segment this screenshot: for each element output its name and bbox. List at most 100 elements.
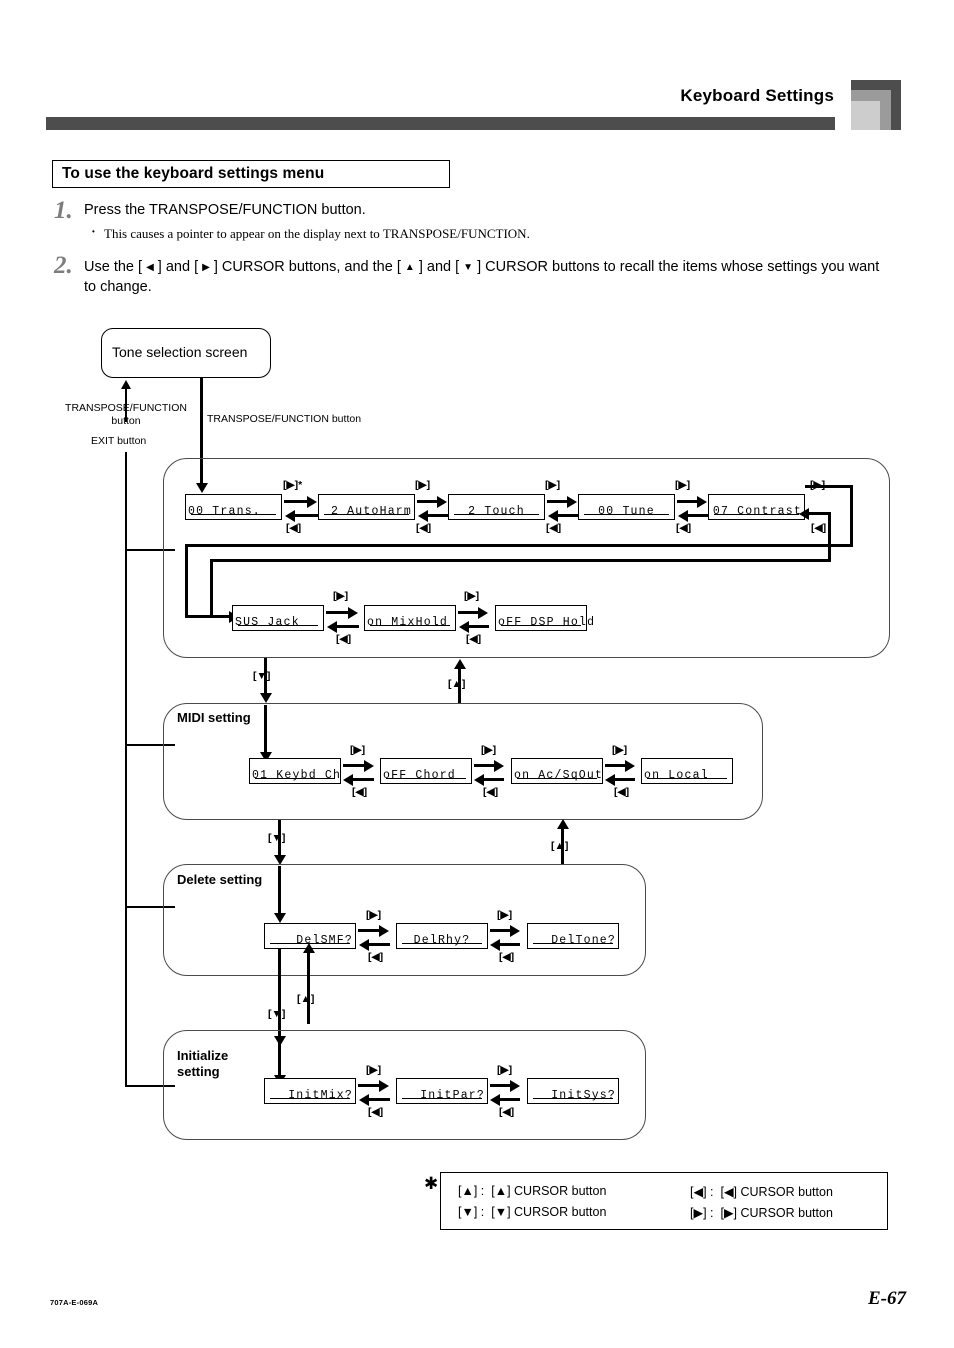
- legend-entry-down: [▼] : [▼] CURSOR button: [458, 1205, 606, 1219]
- arrow-right-keybdch-chord: [343, 759, 374, 772]
- lcd-trans: 00 Trans.: [185, 494, 282, 520]
- lcd-trans-text: 00 Trans.: [188, 505, 261, 518]
- lcd-deltone: DelTone?: [527, 923, 619, 949]
- lcd-initmix: InitMix?: [264, 1078, 356, 1104]
- key-label-left-14: [◀]: [499, 1106, 515, 1118]
- arrow-left-acsqout-chord: [474, 773, 504, 786]
- lcd-sus-jack-text: SUS Jack: [235, 616, 300, 629]
- legend-key-down: [▼] :: [458, 1205, 485, 1219]
- legend-entry-left: [◀] : [◀] CURSOR button: [690, 1184, 833, 1199]
- arrow-down-to-initialize: [273, 949, 286, 1046]
- arrow-right-trans-autoharm: [284, 495, 317, 508]
- key-label-right-6: [▶]: [333, 590, 349, 602]
- key-label-right-9: [▶]: [481, 744, 497, 756]
- key-label-down-2: [▼]: [268, 832, 286, 844]
- arrow-right-delrhy-deltone: [490, 924, 520, 937]
- arrow-left-initpar-initmix: [359, 1093, 390, 1106]
- key-label-right-13: [▶]: [366, 1064, 382, 1076]
- arrow-left-mixhold-susjack: [327, 620, 359, 633]
- arrow-left-deltone-delrhy: [490, 938, 520, 951]
- key-label-right-10: [▶]: [612, 744, 628, 756]
- key-label-right-star: [▶]*: [283, 479, 303, 491]
- lcd-keybd-ch-text: 01 Keybd Ch: [252, 769, 342, 782]
- arrow-left-delrhy-delsmf: [359, 938, 390, 951]
- lcd-delrhy-text: DelRhy?: [413, 934, 471, 947]
- lcd-touch-text: 2 Touch: [468, 505, 525, 518]
- key-label-up-1: [▲]: [448, 678, 466, 690]
- arrow-right-into-susjack: [185, 610, 239, 623]
- legend-desc-up: [▲] CURSOR button: [491, 1184, 607, 1198]
- arrow-left-dsphold-mixhold: [459, 620, 489, 633]
- lcd-contrast-text: 07 Contrast: [712, 505, 802, 518]
- lcd-tune-text: 00 Tune: [598, 505, 655, 518]
- step-2-part1: Use the [: [84, 259, 147, 275]
- key-label-left-7: [◀]: [466, 633, 482, 645]
- lcd-chord-text: oFF Chord: [383, 769, 456, 782]
- arrow-left-chord-keybdch: [343, 773, 374, 786]
- step-1-note: This causes a pointer to appear on the d…: [104, 226, 530, 241]
- arrow-right-susjack-mixhold: [326, 606, 358, 619]
- arrow-left-touch-autoharm: [418, 509, 448, 522]
- step-2-part4: ] and [: [414, 259, 464, 275]
- lcd-ac-sqout-text: on Ac/SqOut: [514, 769, 604, 782]
- lcd-initsys: InitSys?: [527, 1078, 619, 1104]
- lcd-contrast: 07 Contrast: [708, 494, 805, 520]
- legend-entry-up: [▲] : [▲] CURSOR button: [458, 1184, 606, 1198]
- key-label-left-10: [◀]: [614, 786, 630, 798]
- arrow-left-tune-touch: [548, 509, 578, 522]
- lcd-sus-jack: SUS Jack: [232, 605, 324, 631]
- page-title: Keyboard Settings: [680, 86, 834, 105]
- wrap-outer-horizontal: [185, 544, 853, 547]
- arrow-left-local-acsqout: [605, 773, 635, 786]
- legend-box: [440, 1172, 888, 1230]
- lcd-autoharm: 2 AutoHarm: [318, 494, 415, 520]
- lcd-ac-sqout: on Ac/SqOut: [511, 758, 603, 784]
- legend-entry-right: [▶] : [▶] CURSOR button: [690, 1205, 833, 1220]
- lcd-local: on Local: [641, 758, 733, 784]
- lcd-dsp-hold-text: oFF DSP Hold: [498, 616, 596, 629]
- lcd-mixhold-text: on MixHold: [367, 616, 449, 629]
- arrow-right-autoharm-touch: [417, 495, 447, 508]
- key-label-right-8: [▶]: [350, 744, 366, 756]
- arrow-right-acsqout-local: [605, 759, 635, 772]
- arrow-right-touch-tune: [547, 495, 577, 508]
- panel-title-midi: MIDI setting: [177, 710, 251, 725]
- key-label-down-1: [▼]: [253, 670, 271, 682]
- header-corner-tab-icon: [851, 80, 901, 130]
- label-transpose-function-button-left: TRANSPOSE/FUNCTION button: [65, 402, 187, 427]
- lcd-deltone-text: DelTone?: [551, 934, 616, 947]
- legend-asterisk-icon: ✱: [424, 1174, 439, 1193]
- key-label-up-2: [▲]: [551, 840, 569, 852]
- key-label-left-12: [◀]: [499, 951, 515, 963]
- footer-page-number: E-67: [868, 1288, 906, 1309]
- key-label-right-12: [▶]: [497, 909, 513, 921]
- key-label-right-3: [▶]: [545, 479, 561, 491]
- lcd-tune: 00 Tune: [578, 494, 675, 520]
- step-1-number: 1.: [54, 197, 73, 224]
- lcd-local-text: on Local: [644, 769, 709, 782]
- wrap-right-inner-vertical: [828, 514, 831, 562]
- key-label-left-4: [◀]: [676, 522, 692, 534]
- key-label-left-3: [◀]: [546, 522, 562, 534]
- key-label-right-7: [▶]: [464, 590, 480, 602]
- legend-key-up: [▲] :: [458, 1184, 485, 1198]
- arrow-left-initsys-initpar: [490, 1093, 520, 1106]
- footer-document-code: 707A-E-069A: [50, 1298, 99, 1307]
- header-rule: [46, 117, 835, 130]
- arrow-right-initpar-initsys: [490, 1079, 520, 1092]
- cursor-left-icon: ◀: [146, 262, 154, 273]
- panel-title-initialize: Initialize setting: [177, 1048, 229, 1079]
- lcd-initpar: InitPar?: [396, 1078, 488, 1104]
- step-2-text: Use the [ ◀ ] and [ ▶ ] CURSOR buttons, …: [84, 257, 894, 297]
- arrow-right-initmix-initpar: [358, 1079, 389, 1092]
- lcd-initsys-text: InitSys?: [551, 1089, 616, 1102]
- arrow-left-autoharm-trans: [285, 509, 318, 522]
- label-transpose-function-button-right: TRANSPOSE/FUNCTION button: [207, 413, 362, 425]
- legend-key-right: [▶] :: [690, 1206, 714, 1220]
- lcd-initpar-text: InitPar?: [420, 1089, 485, 1102]
- panel-title-delete: Delete setting: [177, 872, 263, 887]
- lcd-touch: 2 Touch: [448, 494, 545, 520]
- lcd-autoharm-text: 2 AutoHarm: [330, 505, 412, 518]
- wrap-right-outer-vertical: [850, 485, 853, 547]
- wrap-outer-left-vertical: [185, 544, 188, 617]
